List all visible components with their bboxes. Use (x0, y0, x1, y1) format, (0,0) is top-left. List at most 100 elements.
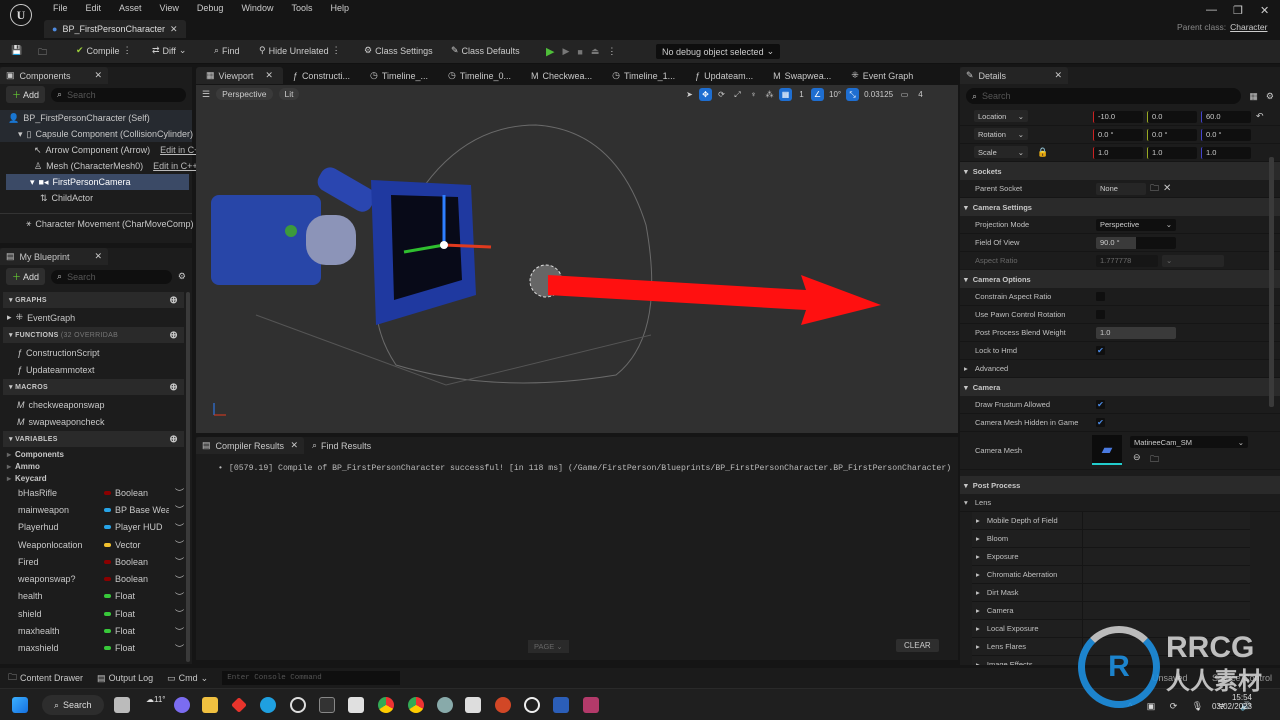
editor-tab[interactable]: ⁜ Event Graph (841, 67, 923, 84)
scrollbar[interactable] (186, 292, 190, 662)
x-input[interactable]: 0.0 ° (1093, 128, 1143, 141)
world-local-icon[interactable]: ♆ (747, 88, 760, 101)
tab-compiler-results[interactable]: ▤ Compiler Results ✕ (196, 437, 304, 454)
variable-item[interactable]: Playerhud Player HUD ︶ (3, 519, 184, 536)
projection-mode-dropdown[interactable]: Perspective ⌄ (1096, 218, 1176, 231)
expand-arrow-icon[interactable]: ▸ (7, 450, 11, 459)
hide-unrelated-button[interactable]: ⚲ Hide Unrelated ⋮ (259, 45, 341, 56)
powerpoint-icon[interactable] (495, 697, 511, 713)
rotate-mode-icon[interactable]: ⟳ (715, 88, 728, 101)
unreal-logo[interactable]: U (10, 4, 32, 26)
post-process-group[interactable]: ▸ Bloom (972, 530, 1250, 548)
y-input[interactable]: 0.0 ° (1147, 128, 1197, 141)
tree-item-mesh[interactable]: ♙ Mesh (CharacterMesh0) Edit in C++ (0, 158, 198, 174)
task-view-icon[interactable] (114, 697, 130, 713)
variable-category[interactable]: ▸ Keycard (3, 472, 184, 484)
transform-mode-dropdown[interactable]: Scale ⌄ (974, 146, 1028, 158)
variable-category[interactable]: ▸ Components (3, 448, 184, 460)
diff-button[interactable]: ⇄ Diff ⌄ (152, 45, 186, 56)
menu-window[interactable]: Window (232, 3, 282, 13)
scale-snap-value[interactable]: 0.03125 (862, 88, 895, 101)
post-process-section[interactable]: ▾ Post Process (960, 476, 1280, 494)
x-input[interactable]: 1.0 (1093, 146, 1143, 159)
mesh-thumbnail[interactable]: ▰ (1092, 435, 1122, 465)
editor-tab[interactable]: ƒ Updateam... (685, 67, 763, 84)
add-circle-icon[interactable]: ⊕ (169, 434, 178, 445)
edge-icon[interactable] (260, 697, 276, 713)
settings-gear-icon[interactable]: ⚙ (178, 271, 186, 282)
chrome-profile-icon[interactable] (408, 697, 424, 713)
y-input[interactable]: 0.0 (1147, 110, 1197, 123)
z-input[interactable]: 1.0 (1201, 146, 1251, 159)
editor-tab[interactable]: ◷ Timeline_1... (602, 67, 685, 84)
components-tab[interactable]: ▣ Components ✕ (0, 67, 108, 84)
tree-item-capsule[interactable]: ▾ ▯ Capsule Component (CollisionCylinder) (0, 126, 193, 142)
close-icon[interactable]: ✕ (170, 24, 178, 35)
parent-socket-value[interactable]: None (1096, 182, 1146, 195)
table-view-icon[interactable]: ▦ (1249, 91, 1258, 102)
taskbar-search[interactable]: ⌕ Search (42, 695, 104, 715)
store-icon[interactable] (348, 697, 364, 713)
z-input[interactable]: 60.0 (1201, 110, 1251, 123)
variables-section[interactable]: ▾ VARIABLES ⊕ (3, 431, 184, 447)
editor-tab[interactable]: ƒ Constructi... (283, 67, 360, 84)
settings-icon[interactable] (437, 697, 453, 713)
add-circle-icon[interactable]: ⊕ (169, 330, 178, 341)
post-process-group[interactable]: ▸ Dirt Mask (972, 584, 1250, 602)
variable-item[interactable]: bHasRifle Boolean ︶ (3, 484, 184, 501)
menu-asset[interactable]: Asset (110, 3, 151, 13)
menu-edit[interactable]: Edit (77, 3, 111, 13)
macro-item[interactable]: Mswapweaponcheck (3, 413, 184, 430)
obs-icon[interactable] (290, 697, 306, 713)
tree-item-child-actor[interactable]: ⇅ ChildActor (0, 190, 192, 206)
visibility-eye-icon[interactable]: ︶ (175, 590, 184, 603)
editor-tab[interactable]: ▦ Viewport ✕ (196, 67, 283, 84)
advanced-row[interactable]: ▸ Advanced (960, 360, 1280, 378)
page-dropdown[interactable]: PAGE ⌄ (528, 640, 569, 653)
browse-icon[interactable]: 🗀 (1150, 181, 1159, 197)
tree-item-first-person-camera[interactable]: ▾ ■◂ FirstPersonCamera (6, 174, 189, 190)
draw-frustum-checkbox[interactable]: ✔ (1096, 400, 1105, 409)
expand-arrow-icon[interactable]: ▾ (30, 177, 35, 188)
function-item[interactable]: ƒ ConstructionScript (3, 344, 184, 361)
visibility-eye-icon[interactable]: ︶ (175, 625, 184, 638)
add-circle-icon[interactable]: ⊕ (169, 382, 178, 393)
macro-item[interactable]: Mcheckweaponswap (3, 396, 184, 413)
macros-section[interactable]: ▾ MACROS ⊕ (3, 379, 184, 395)
eject-icon[interactable]: ⏏ (591, 46, 600, 57)
details-tab[interactable]: ✎ Details ✕ (960, 67, 1068, 84)
graphs-section[interactable]: ▾ GRAPHS ⊕ (3, 292, 184, 308)
blend-weight-input[interactable]: 1.0 (1096, 326, 1176, 339)
tree-item-arrow[interactable]: ↖ Arrow Component (Arrow) Edit in C++ (0, 142, 205, 158)
expand-arrow-icon[interactable]: ▸ (7, 474, 11, 483)
grid-snap-icon[interactable]: ▦ (779, 88, 792, 101)
y-input[interactable]: 1.0 (1147, 146, 1197, 159)
translate-mode-icon[interactable]: ✥ (699, 88, 712, 101)
lit-button[interactable]: Lit (278, 88, 300, 100)
visibility-eye-icon[interactable]: ︶ (175, 607, 184, 620)
clear-button[interactable]: CLEAR (896, 639, 939, 652)
browse-icon[interactable]: 🗀 (1150, 452, 1159, 468)
tab-find-results[interactable]: ⌕ Find Results (304, 440, 379, 451)
visibility-eye-icon[interactable]: ︶ (175, 503, 184, 516)
add-member-button[interactable]: ＋ Add (6, 268, 46, 285)
visibility-eye-icon[interactable]: ︶ (175, 538, 184, 551)
variable-category[interactable]: ▸ Ammo (3, 460, 184, 472)
settings-gear-icon[interactable]: ⚙ (1266, 91, 1274, 102)
expand-arrow-icon[interactable]: ▸ (7, 312, 12, 323)
camera-settings-section[interactable]: ▾ Camera Settings (960, 198, 1280, 216)
winrar-icon[interactable] (583, 697, 599, 713)
close-icon[interactable]: ✕ (265, 70, 273, 81)
step-icon[interactable]: ▶ (562, 46, 569, 57)
windows-start-icon[interactable] (12, 697, 28, 713)
find-button[interactable]: ⌕ Find (214, 45, 240, 56)
menu-tools[interactable]: Tools (282, 3, 321, 13)
x-input[interactable]: -10.0 (1093, 110, 1143, 123)
variable-item[interactable]: shield Float ︶ (3, 605, 184, 622)
file-explorer-icon[interactable] (202, 697, 218, 713)
menu-help[interactable]: Help (321, 3, 358, 13)
post-process-group[interactable]: ▸ Camera (972, 602, 1250, 620)
visibility-eye-icon[interactable]: ︶ (175, 521, 184, 534)
camera-section[interactable]: ▾ Camera (960, 378, 1280, 396)
variable-item[interactable]: mainweapon BP Base Weapon ︶ (3, 501, 184, 518)
